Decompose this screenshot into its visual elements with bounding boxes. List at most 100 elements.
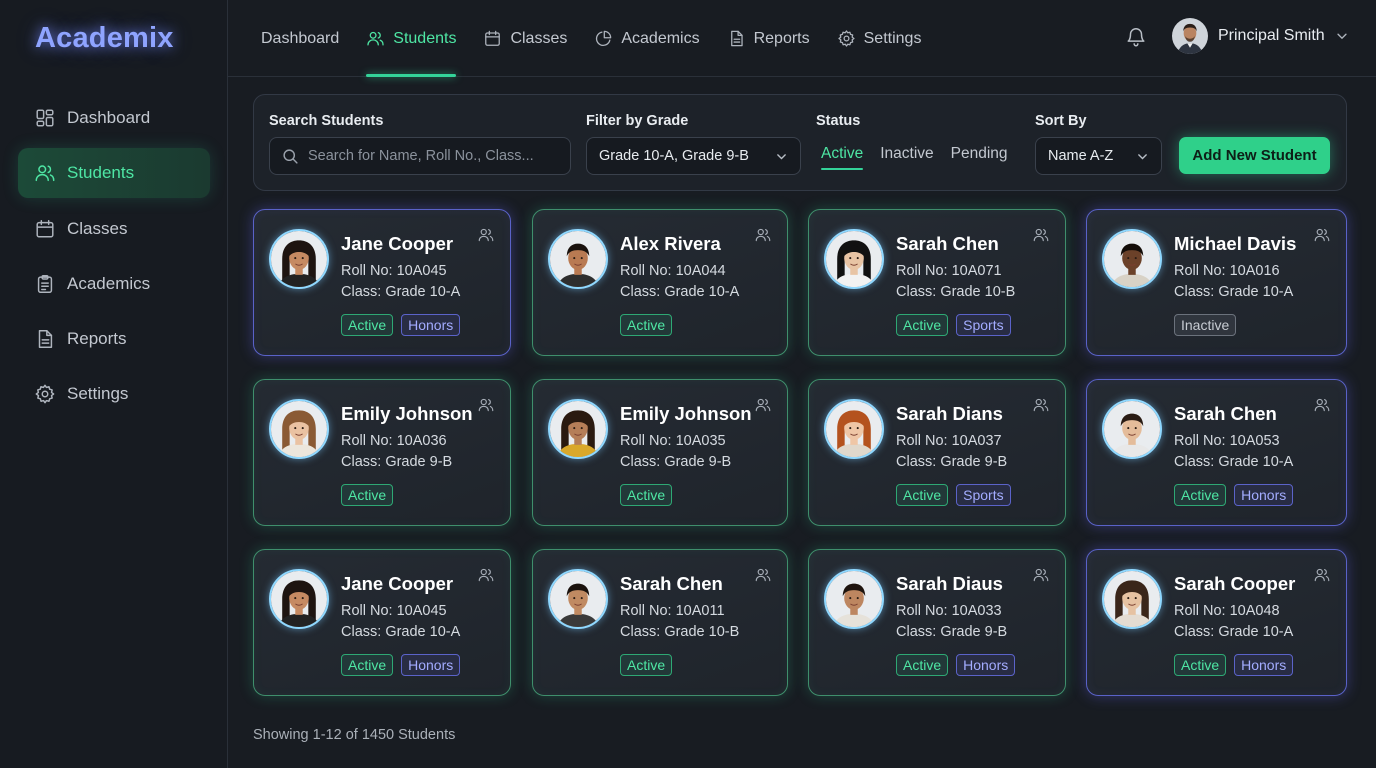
student-avatar xyxy=(548,569,608,629)
status-badge-active: Active xyxy=(896,654,949,676)
status-tab-pending[interactable]: Pending xyxy=(951,145,1008,170)
group-icon[interactable] xyxy=(754,396,772,414)
user-menu[interactable]: Principal Smith xyxy=(1172,18,1349,54)
student-name: Emily Johnson xyxy=(620,403,752,424)
group-icon[interactable] xyxy=(477,396,495,414)
pie-chart-icon xyxy=(594,29,613,48)
student-class: Class: Grade 10-B xyxy=(896,284,1016,300)
group-icon[interactable] xyxy=(477,566,495,584)
status-badge-honors: Honors xyxy=(1234,654,1294,676)
group-icon[interactable] xyxy=(1313,226,1331,244)
student-roll-number: Roll No: 10A071 xyxy=(896,263,1002,279)
student-roll-number: Roll No: 10A053 xyxy=(1174,433,1280,449)
student-name: Emily Johnson xyxy=(341,403,473,424)
student-card[interactable]: Sarah Chen Roll No: 10A071 Class: Grade 10… xyxy=(808,209,1066,356)
status-tabs: Active Inactive Pending xyxy=(821,145,1025,170)
status-badge-active: Active xyxy=(341,484,394,506)
student-card[interactable]: Emily Johnson Roll No: 10A036 Class: Grade… xyxy=(253,379,511,526)
student-card[interactable]: Sarah Chen Roll No: 10A011 Class: Grade 10… xyxy=(532,549,788,696)
group-icon[interactable] xyxy=(754,566,772,584)
search-label: Search Students xyxy=(269,113,384,129)
student-card[interactable]: Jane Cooper Roll No: 10A045 Class: Grade 1… xyxy=(253,209,511,356)
tab-dashboard[interactable]: Dashboard xyxy=(261,0,339,77)
student-name: Jane Cooper xyxy=(341,233,454,254)
student-class: Class: Grade 10-A xyxy=(1174,624,1294,640)
status-badge-active: Active xyxy=(620,654,673,676)
search-input[interactable] xyxy=(308,148,558,164)
notification-bell-icon[interactable] xyxy=(1125,26,1147,48)
student-avatar xyxy=(1102,399,1162,459)
status-badge-sports: Sports xyxy=(956,484,1011,506)
student-card[interactable]: Sarah Chen Roll No: 10A053 Class: Grade 10… xyxy=(1086,379,1347,526)
user-avatar xyxy=(1172,18,1208,54)
student-grid: Jane Cooper Roll No: 10A045 Class: Grade 1… xyxy=(253,209,1347,696)
student-tags: Active Honors xyxy=(1174,654,1301,676)
student-card[interactable]: Emily Johnson Roll No: 10A035 Class: Grade… xyxy=(532,379,788,526)
sidebar-item-dashboard[interactable]: Dashboard xyxy=(18,93,210,143)
student-avatar xyxy=(824,229,884,289)
group-icon[interactable] xyxy=(1032,566,1050,584)
sort-select[interactable]: Name A-Z xyxy=(1035,137,1162,175)
group-icon[interactable] xyxy=(1313,566,1331,584)
tab-label: Settings xyxy=(863,29,922,47)
student-tags: Active Honors xyxy=(1174,484,1301,506)
sidebar-item-students[interactable]: Students xyxy=(18,148,210,199)
status-badge-active: Active xyxy=(1174,654,1227,676)
calendar-icon xyxy=(483,29,502,48)
student-card[interactable]: Alex Rivera Roll No: 10A044 Class: Grade 1… xyxy=(532,209,788,356)
student-card[interactable]: Michael Davis Roll No: 10A016 Class: Grade… xyxy=(1086,209,1347,356)
dashboard-icon xyxy=(34,107,56,129)
student-class: Class: Grade 9-B xyxy=(896,624,1008,640)
student-card[interactable]: Sarah Diaus Roll No: 10A033 Class: Grade 9… xyxy=(808,549,1066,696)
group-icon[interactable] xyxy=(1313,396,1331,414)
tab-classes[interactable]: Classes xyxy=(483,0,567,77)
filter-panel: Search Students Filter by Grade Grade 10… xyxy=(253,94,1347,191)
status-badge-honors: Honors xyxy=(956,654,1016,676)
group-icon[interactable] xyxy=(754,226,772,244)
student-card[interactable]: Sarah Cooper Roll No: 10A048 Class: Grade … xyxy=(1086,549,1347,696)
group-icon[interactable] xyxy=(1032,396,1050,414)
sidebar-item-reports[interactable]: Reports xyxy=(18,314,210,364)
student-tags: Active Sports xyxy=(896,314,1019,336)
grade-filter-label: Filter by Grade xyxy=(586,113,689,129)
grade-filter-select[interactable]: Grade 10-A, Grade 9-B xyxy=(586,137,801,175)
group-icon[interactable] xyxy=(477,226,495,244)
tab-academics[interactable]: Academics xyxy=(594,0,700,77)
student-tags: Active xyxy=(620,314,680,336)
sidebar-item-academics[interactable]: Academics xyxy=(18,259,210,309)
calendar-icon xyxy=(34,218,56,240)
status-tab-inactive[interactable]: Inactive xyxy=(880,145,933,170)
status-badge-active: Active xyxy=(620,484,673,506)
student-card[interactable]: Sarah Dians Roll No: 10A037 Class: Grade 9… xyxy=(808,379,1066,526)
student-class: Class: Grade 9-B xyxy=(620,454,732,470)
app-logo[interactable]: Academix xyxy=(35,22,174,55)
tab-settings[interactable]: Settings xyxy=(837,0,922,77)
add-new-student-button[interactable]: Add New Student xyxy=(1179,137,1330,174)
status-badge-active: Active xyxy=(896,314,949,336)
status-tab-active[interactable]: Active xyxy=(821,145,864,170)
status-badge-active: Active xyxy=(620,314,673,336)
status-badge-sports: Sports xyxy=(956,314,1011,336)
sidebar-item-settings[interactable]: Settings xyxy=(18,369,210,419)
search-icon xyxy=(282,148,299,165)
sidebar-item-label: Settings xyxy=(67,384,129,404)
top-bar: Dashboard Students Classes Academics Reports… xyxy=(228,0,1376,77)
tab-students[interactable]: Students xyxy=(366,0,457,77)
student-roll-number: Roll No: 10A045 xyxy=(341,263,447,279)
status-badge-active: Active xyxy=(341,654,394,676)
group-icon[interactable] xyxy=(1032,226,1050,244)
student-class: Class: Grade 10-A xyxy=(341,284,461,300)
student-class: Class: Grade 9-B xyxy=(341,454,453,470)
sidebar-item-label: Academics xyxy=(67,273,151,293)
student-card[interactable]: Jane Cooper Roll No: 10A045 Class: Grade 1… xyxy=(253,549,511,696)
sidebar-item-classes[interactable]: Classes xyxy=(18,204,210,254)
chevron-down-icon xyxy=(1136,150,1149,163)
student-class: Class: Grade 10-A xyxy=(341,624,461,640)
top-nav: Dashboard Students Classes Academics Reports… xyxy=(261,0,948,77)
tab-reports[interactable]: Reports xyxy=(727,0,810,77)
student-roll-number: Roll No: 10A011 xyxy=(620,603,725,619)
status-badge-honors: Honors xyxy=(401,654,461,676)
student-avatar xyxy=(548,399,608,459)
search-field[interactable] xyxy=(269,137,571,175)
user-name: Principal Smith xyxy=(1218,27,1325,44)
